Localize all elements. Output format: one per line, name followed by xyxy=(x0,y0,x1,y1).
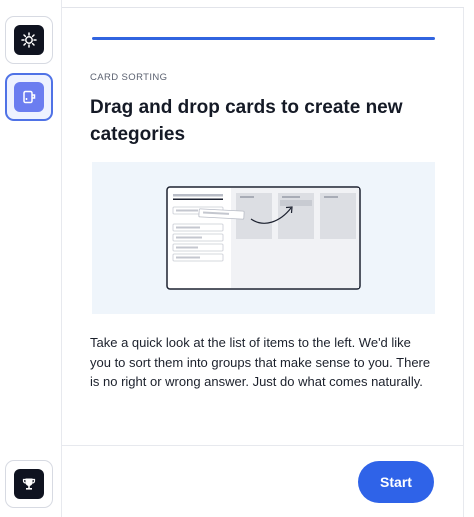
trophy-icon xyxy=(14,469,44,499)
left-rail xyxy=(0,0,62,517)
card-sorting-task-button[interactable] xyxy=(5,73,53,121)
footer-divider xyxy=(62,445,463,446)
leaderboard-button[interactable] xyxy=(5,460,53,508)
gear-icon xyxy=(14,25,44,55)
task-instructions: Take a quick look at the list of items t… xyxy=(90,335,431,389)
progress-bar xyxy=(92,37,435,40)
settings-button[interactable] xyxy=(5,16,53,64)
task-type-label: CARD SORTING xyxy=(90,72,168,83)
task-panel: CARD SORTING Drag and drop cards to crea… xyxy=(62,8,464,517)
start-button[interactable]: Start xyxy=(358,461,434,503)
task-title: Drag and drop cards to create new catego… xyxy=(90,97,403,145)
card-sorting-illustration xyxy=(92,162,435,314)
card-sorting-icon xyxy=(14,82,44,112)
